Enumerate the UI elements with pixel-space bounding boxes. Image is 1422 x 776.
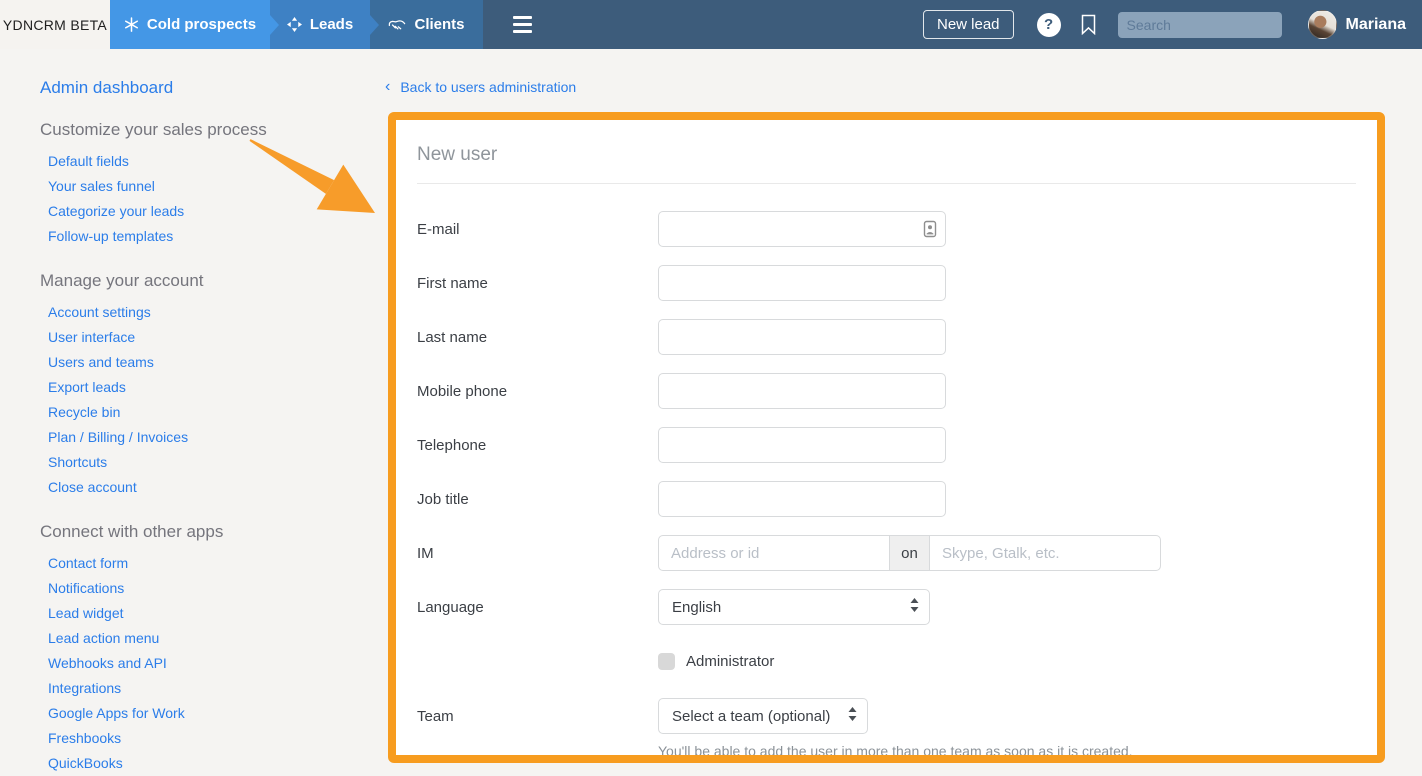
sidebar-link-quickbooks[interactable]: QuickBooks: [48, 751, 385, 776]
form-row-administrator: Administrator: [658, 643, 1356, 679]
tab-cold-prospects[interactable]: Cold prospects: [110, 0, 270, 49]
tab-clients[interactable]: Clients: [370, 0, 483, 49]
sidebar-link-user-interface[interactable]: User interface: [48, 325, 385, 350]
search-input[interactable]: [1118, 12, 1282, 38]
form-row-last-name: Last name: [417, 319, 1356, 355]
sidebar-links: Account settingsUser interfaceUsers and …: [48, 300, 385, 500]
sidebar-link-contact-form[interactable]: Contact form: [48, 551, 385, 576]
bookmark-icon[interactable]: [1081, 14, 1096, 35]
top-navbar: YDNCRM BETA Cold prospects: [0, 0, 1422, 49]
last-name-input[interactable]: [658, 319, 946, 355]
language-select-value: English: [672, 599, 721, 616]
form-row-im: IM on: [417, 535, 1356, 571]
sidebar-link-follow-up-templates[interactable]: Follow-up templates: [48, 224, 385, 249]
tab-leads[interactable]: Leads: [270, 0, 370, 49]
telephone-label: Telephone: [417, 437, 658, 454]
form-row-first-name: First name: [417, 265, 1356, 301]
mobile-phone-input[interactable]: [658, 373, 946, 409]
divider: [417, 183, 1356, 184]
email-label: E-mail: [417, 221, 658, 238]
first-name-label: First name: [417, 275, 658, 292]
select-stepper-icon: [910, 598, 919, 616]
sidebar-link-users-and-teams[interactable]: Users and teams: [48, 350, 385, 375]
job-title-input[interactable]: [658, 481, 946, 517]
team-select-value: Select a team (optional): [672, 708, 830, 725]
im-input-group: on: [658, 535, 1161, 571]
menu-icon[interactable]: [511, 10, 534, 39]
sidebar-link-shortcuts[interactable]: Shortcuts: [48, 450, 385, 475]
first-name-input[interactable]: [658, 265, 946, 301]
administrator-checkbox[interactable]: [658, 653, 675, 670]
sidebar-link-recycle-bin[interactable]: Recycle bin: [48, 400, 385, 425]
form-row-job-title: Job title: [417, 481, 1356, 517]
sidebar-sections: Customize your sales process Default fiel…: [0, 111, 385, 776]
simple-rows: First name Last name Mobile phone Telephone…: [417, 265, 1356, 517]
snowflake-icon: [124, 17, 139, 32]
sidebar-link-plan-billing-invoices[interactable]: Plan / Billing / Invoices: [48, 425, 385, 450]
sidebar-link-webhooks-and-api[interactable]: Webhooks and API: [48, 651, 385, 676]
back-to-users-link[interactable]: ‹ Back to users administration: [385, 79, 576, 95]
form-title: New user: [417, 144, 1356, 166]
new-lead-button[interactable]: New lead: [923, 10, 1014, 39]
tab-label: Leads: [310, 16, 353, 33]
sidebar-link-freshbooks[interactable]: Freshbooks: [48, 726, 385, 751]
handshake-icon: [388, 18, 406, 32]
email-input[interactable]: [658, 211, 946, 247]
sidebar-link-categorize-your-leads[interactable]: Categorize your leads: [48, 199, 385, 224]
new-user-form-card: New user E-mail First n: [388, 112, 1385, 763]
navbar-right: New lead ? Mariana: [923, 0, 1422, 49]
app-logo[interactable]: YDNCRM BETA: [0, 0, 110, 49]
form-row-email: E-mail: [417, 211, 1356, 247]
sidebar-links: Contact formNotificationsLead widgetLead…: [48, 551, 385, 776]
sidebar-link-export-leads[interactable]: Export leads: [48, 375, 385, 400]
form-row-mobile-phone: Mobile phone: [417, 373, 1356, 409]
form-row-telephone: Telephone: [417, 427, 1356, 463]
sidebar-section-heading: Customize your sales process: [40, 111, 385, 140]
sidebar-link-integrations[interactable]: Integrations: [48, 676, 385, 701]
language-label: Language: [417, 599, 658, 616]
tab-label: Cold prospects: [147, 16, 256, 33]
admin-sidebar: Admin dashboard Customize your sales pro…: [0, 49, 385, 763]
team-select[interactable]: Select a team (optional): [658, 698, 868, 734]
mobile-phone-label: Mobile phone: [417, 383, 658, 400]
autofill-contact-icon[interactable]: [923, 220, 937, 238]
form-row-language: Language English: [417, 589, 1356, 625]
telephone-input[interactable]: [658, 427, 946, 463]
language-select[interactable]: English: [658, 589, 930, 625]
sidebar-section-heading: Manage your account: [40, 262, 385, 291]
sidebar-link-admin-dashboard[interactable]: Admin dashboard: [40, 78, 385, 98]
im-addon: on: [889, 535, 930, 571]
team-label: Team: [417, 708, 658, 725]
sidebar-link-your-sales-funnel[interactable]: Your sales funnel: [48, 174, 385, 199]
new-user-form: E-mail First name Last name Mobile phone Te…: [417, 211, 1356, 759]
sidebar-link-lead-action-menu[interactable]: Lead action menu: [48, 626, 385, 651]
sidebar-link-close-account[interactable]: Close account: [48, 475, 385, 500]
administrator-label: Administrator: [686, 653, 774, 670]
form-row-team: Team Select a team (optional): [417, 698, 1356, 734]
main-nav-tabs: Cold prospects Leads: [110, 0, 483, 49]
sidebar-link-default-fields[interactable]: Default fields: [48, 149, 385, 174]
last-name-label: Last name: [417, 329, 658, 346]
help-icon[interactable]: ?: [1037, 13, 1061, 37]
tab-label: Clients: [414, 16, 464, 33]
select-stepper-icon: [848, 707, 857, 725]
sidebar-links: Default fieldsYour sales funnelCategoriz…: [48, 149, 385, 249]
sidebar-link-google-apps-for-work[interactable]: Google Apps for Work: [48, 701, 385, 726]
im-label: IM: [417, 545, 658, 562]
im-address-input[interactable]: [658, 535, 890, 571]
email-input-wrap: [658, 211, 946, 247]
job-title-label: Job title: [417, 491, 658, 508]
avatar[interactable]: [1308, 10, 1337, 39]
sidebar-section-heading: Connect with other apps: [40, 513, 385, 542]
back-link-label: Back to users administration: [400, 79, 576, 95]
im-service-input[interactable]: [929, 535, 1161, 571]
sidebar-link-lead-widget[interactable]: Lead widget: [48, 601, 385, 626]
sidebar-link-account-settings[interactable]: Account settings: [48, 300, 385, 325]
sidebar-link-notifications[interactable]: Notifications: [48, 576, 385, 601]
move-arrows-icon: [287, 17, 302, 32]
chevron-left-icon: ‹: [385, 80, 390, 94]
user-name[interactable]: Mariana: [1346, 16, 1406, 34]
main-content: ‹ Back to users administration New user …: [370, 49, 1422, 763]
team-note: You'll be able to add the user in more t…: [658, 743, 1356, 759]
